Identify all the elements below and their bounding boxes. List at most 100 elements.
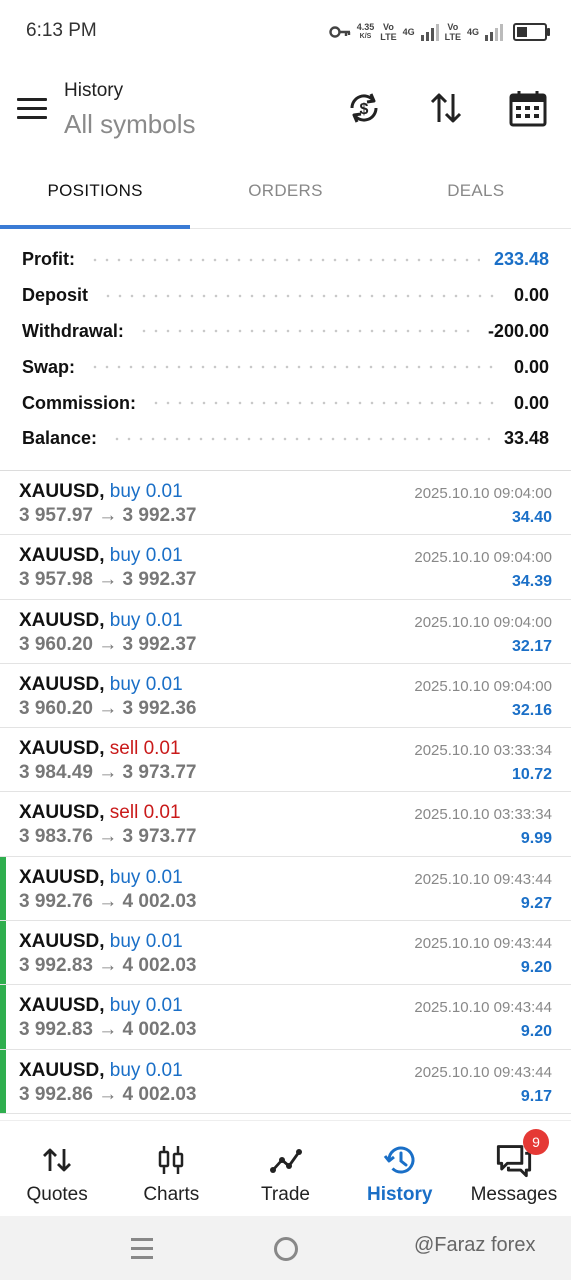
summary-value: -200.00: [487, 320, 549, 341]
trade-prices: 3 960.20 → 3 992.37: [19, 634, 197, 656]
trade-side: buy 0.01: [109, 1059, 183, 1081]
page-title: History: [64, 80, 124, 101]
summary-value: 33.48: [503, 428, 549, 449]
trade-side: sell 0.01: [109, 802, 181, 824]
net-speed-unit: K/S: [359, 33, 372, 40]
close-price: 4 002.03: [122, 1083, 197, 1105]
nav-history[interactable]: History: [343, 1121, 457, 1217]
trade-time: 2025.10.10 09:04:00: [414, 549, 552, 567]
trade-row[interactable]: XAUUSD, buy 0.01 3 992.76 → 4 002.03 2025.…: [0, 856, 571, 922]
svg-text:$: $: [360, 101, 369, 118]
trade-prices: 3 957.97 → 3 992.37: [19, 505, 197, 527]
trade-prices: 3 992.76 → 4 002.03: [19, 891, 197, 913]
calendar-icon[interactable]: [508, 88, 548, 128]
symbol-name: XAUUSD,: [19, 866, 105, 888]
symbol-filter[interactable]: All symbols: [64, 109, 195, 140]
trade-symbol: XAUUSD, buy 0.01: [19, 1060, 183, 1082]
sync-dollar-icon[interactable]: $: [344, 88, 384, 128]
arrow-icon: →: [98, 569, 118, 591]
trade-row[interactable]: XAUUSD, buy 0.01 3 992.83 → 4 002.03 2025.…: [0, 921, 571, 986]
trade-prices: 3 992.83 → 4 002.03: [19, 1019, 197, 1041]
symbol-name: XAUUSD,: [19, 673, 105, 695]
close-price: 3 992.36: [122, 697, 197, 719]
recent-apps-icon[interactable]: [131, 1238, 153, 1265]
close-price: 3 992.37: [122, 505, 197, 526]
sort-icon[interactable]: [426, 88, 466, 128]
arrow-icon: →: [98, 1083, 118, 1105]
trade-profit: 9.27: [520, 894, 552, 912]
sim1-gen: 4G: [403, 27, 415, 37]
trade-time: 2025.10.10 09:04:00: [414, 677, 552, 695]
sim2-gen-label: 4G: [466, 27, 479, 37]
trade-row[interactable]: XAUUSD, buy 0.01 3 960.20 → 3 992.37 2025.…: [0, 600, 571, 664]
home-icon[interactable]: [274, 1237, 298, 1261]
trade-row[interactable]: XAUUSD, buy 0.01 3 957.97 → 3 992.37 2025.…: [0, 471, 571, 536]
symbol-name: XAUUSD,: [19, 1059, 105, 1081]
trade-icon: [269, 1149, 302, 1173]
summary-profit: Profit: 233.48: [0, 242, 571, 278]
close-price: 4 002.03: [122, 890, 197, 912]
trade-symbol: XAUUSD, buy 0.01: [19, 674, 183, 696]
summary-label: Profit:: [22, 249, 75, 270]
status-icons: 4.35 K/S Vo LTE 4G Vo LTE 4G: [329, 18, 550, 46]
summary-label: Withdrawal:: [22, 320, 124, 341]
battery-icon: [513, 23, 550, 41]
trade-time: 2025.10.10 09:04:00: [414, 613, 552, 631]
summary-label: Balance:: [22, 428, 98, 449]
trade-symbol: XAUUSD, buy 0.01: [19, 931, 183, 953]
trade-row[interactable]: XAUUSD, sell 0.01 3 983.76 → 3 973.77 2025…: [0, 792, 571, 857]
trade-profit: 32.17: [511, 637, 552, 655]
trade-prices: 3 957.98 → 3 992.37: [19, 569, 197, 591]
menu-icon[interactable]: [17, 98, 47, 120]
nav-quotes[interactable]: Quotes: [0, 1121, 114, 1217]
tab-orders[interactable]: ORDERS: [190, 164, 380, 228]
tab-positions[interactable]: POSITIONS: [0, 164, 191, 229]
signal-icon-2: [485, 23, 503, 41]
nav-label: Messages: [470, 1184, 558, 1205]
trade-row[interactable]: XAUUSD, buy 0.01 3 957.98 → 3 992.37 2025.…: [0, 535, 571, 600]
watermark: @Faraz forex: [414, 1234, 536, 1256]
open-price: 3 992.76: [19, 890, 93, 912]
open-price: 3 957.97: [19, 505, 93, 526]
nav-messages[interactable]: 9 Messages: [457, 1121, 571, 1217]
trade-prices: 3 992.83 → 4 002.03: [19, 955, 197, 977]
open-price: 3 957.98: [19, 569, 93, 591]
charts-icon: [159, 1146, 184, 1174]
nav-trade[interactable]: Trade: [228, 1121, 342, 1217]
summary-value: 0.00: [513, 285, 549, 306]
trade-row[interactable]: XAUUSD, sell 0.01 3 984.49 → 3 973.77 2025…: [0, 728, 571, 793]
symbol-name: XAUUSD,: [19, 481, 105, 502]
key-icon: [329, 26, 350, 38]
trade-symbol: XAUUSD, buy 0.01: [19, 995, 183, 1017]
close-price: 4 002.03: [122, 955, 197, 977]
tab-deals[interactable]: DEALS: [381, 164, 571, 228]
nav-label: Quotes: [26, 1184, 88, 1205]
arrow-icon: →: [98, 762, 118, 784]
trade-time: 2025.10.10 03:33:34: [414, 742, 552, 760]
close-price: 3 992.37: [122, 633, 197, 655]
quotes-icon: [43, 1148, 72, 1172]
trade-prices: 3 983.76 → 3 973.77: [19, 826, 197, 848]
sim1-top: Vo: [383, 22, 394, 32]
close-price: 3 973.77: [122, 762, 197, 784]
nav-charts[interactable]: Charts: [114, 1121, 228, 1217]
positions-list: XAUUSD, buy 0.01 3 957.97 → 3 992.37 2025.…: [0, 471, 571, 1114]
trade-row[interactable]: XAUUSD, buy 0.01 3 992.83 → 4 002.03 2025.…: [0, 985, 571, 1050]
summary-value: 0.00: [513, 392, 549, 413]
open-price: 3 960.20: [19, 633, 93, 655]
arrow-icon: →: [98, 505, 118, 526]
sim2-top: Vo: [447, 22, 459, 32]
trade-symbol: XAUUSD, buy 0.01: [19, 545, 183, 567]
summary-commission: Commission: 0.00: [0, 385, 571, 421]
trade-profit: 9.20: [520, 1023, 552, 1041]
arrow-icon: →: [98, 890, 118, 912]
summary-withdrawal: Withdrawal: -200.00: [0, 314, 571, 350]
arrow-icon: →: [98, 826, 118, 848]
trade-time: 2025.10.10 03:33:34: [414, 806, 552, 824]
sim1-gen-label: 4G: [402, 27, 415, 37]
trade-profit: 32.16: [511, 701, 552, 719]
system-navigation-bar: @Faraz forex: [0, 1216, 571, 1280]
trade-row[interactable]: XAUUSD, buy 0.01 3 960.20 → 3 992.36 2025.…: [0, 664, 571, 729]
trade-row[interactable]: XAUUSD, buy 0.01 3 992.86 → 4 002.03 2025.…: [0, 1049, 571, 1114]
summary-label: Swap:: [22, 356, 76, 377]
